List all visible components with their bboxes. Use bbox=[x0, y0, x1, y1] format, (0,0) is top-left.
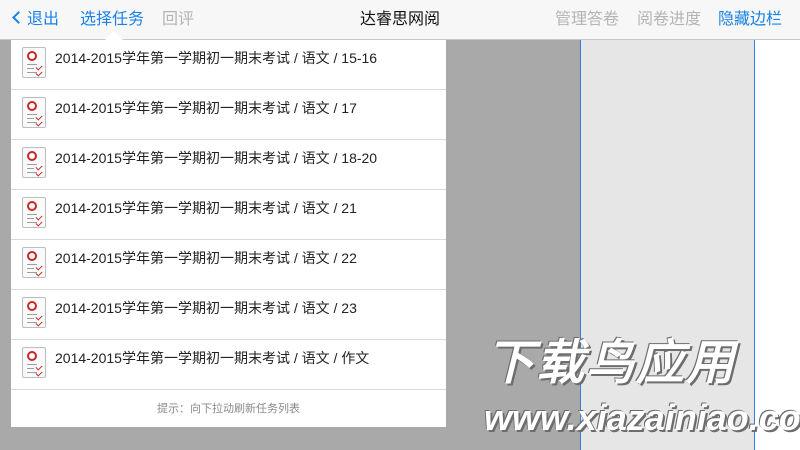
answer-sheet-icon bbox=[22, 147, 46, 178]
answer-sheet-icon bbox=[22, 297, 46, 328]
task-label: 2014-2015学年第一学期初一期末考试 / 语文 / 17 bbox=[55, 100, 357, 116]
answer-sheet-icon bbox=[22, 97, 46, 128]
watermark-url: www.xiazainiao.com bbox=[484, 397, 800, 438]
task-label: 2014-2015学年第一学期初一期末考试 / 语文 / 21 bbox=[55, 200, 357, 216]
answer-sheet-icon bbox=[22, 47, 46, 78]
task-label: 2014-2015学年第一学期初一期末考试 / 语文 / 15-16 bbox=[55, 50, 378, 66]
refresh-hint: 提示：向下拉动刷新任务列表 bbox=[157, 403, 300, 415]
manage-answers-button[interactable]: 管理答卷 bbox=[555, 0, 619, 40]
popover-arrow bbox=[105, 31, 123, 40]
task-label: 2014-2015学年第一学期初一期末考试 / 语文 / 作文 bbox=[55, 350, 370, 366]
hide-sidebar-button[interactable]: 隐藏边栏 bbox=[718, 0, 782, 40]
task-list-popover: 提示：向下拉动刷新任务列表 2014-2015学年第一学期初一期末考试 / 语文… bbox=[11, 40, 446, 427]
task-list-item[interactable]: 2014-2015学年第一学期初一期末考试 / 语文 / 15-16 bbox=[11, 40, 446, 90]
task-list-item[interactable]: 2014-2015学年第一学期初一期末考试 / 语文 / 18-20 bbox=[11, 140, 446, 190]
answer-sheet-icon bbox=[22, 247, 46, 278]
task-list-item[interactable]: 2014-2015学年第一学期初一期末考试 / 语文 / 17 bbox=[11, 90, 446, 140]
task-list-item[interactable]: 2014-2015学年第一学期初一期末考试 / 语文 / 23 bbox=[11, 290, 446, 340]
task-list-item[interactable]: 2014-2015学年第一学期初一期末考试 / 语文 / 21 bbox=[11, 190, 446, 240]
answer-sheet-icon bbox=[22, 347, 46, 378]
task-label: 2014-2015学年第一学期初一期末考试 / 语文 / 18-20 bbox=[55, 150, 378, 166]
watermark-logo: 下载鸟应用 bbox=[486, 337, 737, 390]
task-label: 2014-2015学年第一学期初一期末考试 / 语文 / 22 bbox=[55, 250, 357, 266]
answer-sheet-icon bbox=[22, 197, 46, 228]
task-list-item[interactable]: 2014-2015学年第一学期初一期末考试 / 语文 / 作文 bbox=[11, 340, 446, 390]
task-label: 2014-2015学年第一学期初一期末考试 / 语文 / 23 bbox=[55, 300, 357, 316]
task-list-item[interactable]: 2014-2015学年第一学期初一期末考试 / 语文 / 22 bbox=[11, 240, 446, 290]
grading-progress-button[interactable]: 阅卷进度 bbox=[637, 0, 701, 40]
